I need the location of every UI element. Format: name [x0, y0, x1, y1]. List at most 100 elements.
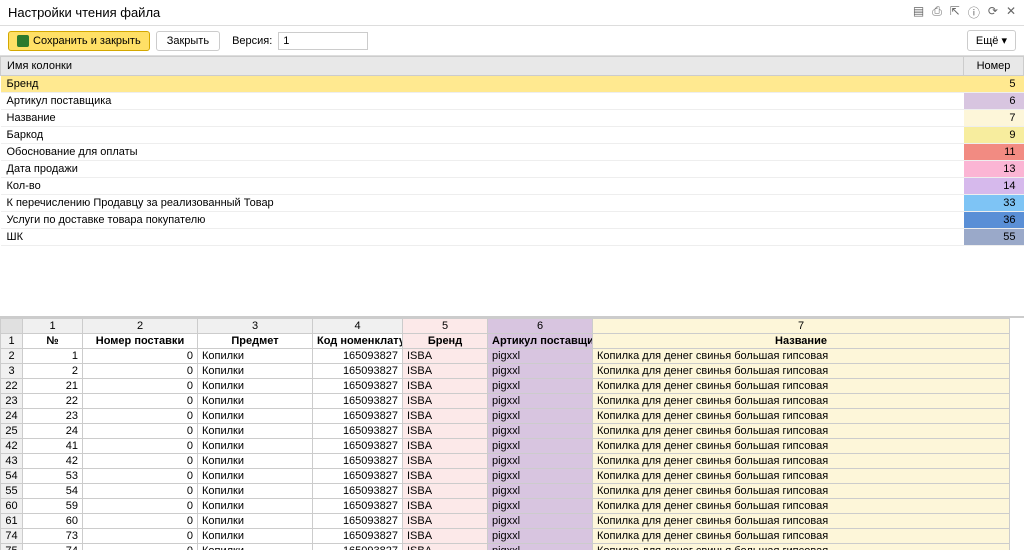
sheet-cell: Копилка для денег свинья большая гипсова…: [593, 499, 1010, 514]
print-icon[interactable]: ⎙: [932, 4, 942, 21]
refresh-icon[interactable]: ⟳: [988, 4, 998, 21]
sheet-header-cell: Код номенклатуры: [313, 334, 403, 349]
sheet-cell: pigxxl: [488, 364, 593, 379]
sheet-cell: Копилка для денег свинья большая гипсова…: [593, 424, 1010, 439]
sheet-colhead[interactable]: 6: [488, 319, 593, 334]
sheet-cell: 0: [83, 514, 198, 529]
titlebar: Настройки чтения файла ▤ ⎙ ⇱ ⓘ ⟳ ✕: [0, 0, 1024, 26]
sheet-rowhead[interactable]: 23: [1, 394, 23, 409]
close-button[interactable]: Закрыть: [156, 31, 220, 51]
sheet-cell: pigxxl: [488, 469, 593, 484]
sheet-cell: 53: [23, 469, 83, 484]
sheet-colhead[interactable]: 7: [593, 319, 1010, 334]
more-button[interactable]: Ещё ▾: [967, 30, 1016, 51]
sheet-cell: Копилка для денег свинья большая гипсова…: [593, 379, 1010, 394]
config-row[interactable]: Обоснование для оплаты11: [1, 144, 1024, 161]
sheet-row[interactable]: 25240Копилки165093827ISBApigxxlКопилка д…: [1, 424, 1010, 439]
sheet-rowhead[interactable]: 61: [1, 514, 23, 529]
sheet-cell: Копилки: [198, 514, 313, 529]
save-close-button[interactable]: Сохранить и закрыть: [8, 31, 150, 51]
sheet-rowhead[interactable]: 43: [1, 454, 23, 469]
sheet-rowhead[interactable]: 75: [1, 544, 23, 550]
config-row[interactable]: Баркод9: [1, 127, 1024, 144]
config-col-num-header[interactable]: Номер: [964, 57, 1024, 76]
sheet-row[interactable]: 74730Копилки165093827ISBApigxxlКопилка д…: [1, 529, 1010, 544]
sheet-cell: 74: [23, 544, 83, 550]
config-table[interactable]: Имя колонки Номер Бренд5Артикул поставщи…: [0, 56, 1024, 246]
sheet-rowhead[interactable]: 60: [1, 499, 23, 514]
sheet-cell: 0: [83, 409, 198, 424]
sheet-header-cell: Предмет: [198, 334, 313, 349]
window-controls: ▤ ⎙ ⇱ ⓘ ⟳ ✕: [913, 4, 1016, 21]
sheet-cell: 0: [83, 529, 198, 544]
sheet-colhead[interactable]: 2: [83, 319, 198, 334]
sheet-rowhead[interactable]: 1: [1, 334, 23, 349]
config-row[interactable]: Услуги по доставке товара покупателю36: [1, 212, 1024, 229]
info-icon[interactable]: ⓘ: [968, 4, 980, 21]
config-row[interactable]: Артикул поставщика6: [1, 93, 1024, 110]
config-row-num: 55: [964, 229, 1024, 246]
sheet-row[interactable]: 320Копилки165093827ISBApigxxlКопилка для…: [1, 364, 1010, 379]
sheet-scroll[interactable]: 1 2 3 4 5 6 7 1№Номер поставкиПредметКод…: [0, 318, 1024, 550]
sheet-row[interactable]: 23220Копилки165093827ISBApigxxlКопилка д…: [1, 394, 1010, 409]
config-row[interactable]: Название7: [1, 110, 1024, 127]
sheet-cell: 59: [23, 499, 83, 514]
sheet-row[interactable]: 24230Копилки165093827ISBApigxxlКопилка д…: [1, 409, 1010, 424]
sheet-rowhead[interactable]: 25: [1, 424, 23, 439]
sheet-row[interactable]: 54530Копилки165093827ISBApigxxlКопилка д…: [1, 469, 1010, 484]
sheet-rowhead[interactable]: 42: [1, 439, 23, 454]
sheet-row[interactable]: 61600Копилки165093827ISBApigxxlКопилка д…: [1, 514, 1010, 529]
report-icon[interactable]: ▤: [913, 4, 924, 21]
sheet-cell: Копилка для денег свинья большая гипсова…: [593, 544, 1010, 550]
sheet-cell: ISBA: [403, 529, 488, 544]
sheet-header-cell: Артикул поставщика: [488, 334, 593, 349]
sheet-row[interactable]: 22210Копилки165093827ISBApigxxlКопилка д…: [1, 379, 1010, 394]
sheet-cell: 0: [83, 454, 198, 469]
sheet-rowhead[interactable]: 54: [1, 469, 23, 484]
sheet-rowhead[interactable]: 55: [1, 484, 23, 499]
version-select[interactable]: [278, 32, 368, 50]
sheet-rowhead[interactable]: 24: [1, 409, 23, 424]
sheet-cell: 41: [23, 439, 83, 454]
sheet-row[interactable]: 55540Копилки165093827ISBApigxxlКопилка д…: [1, 484, 1010, 499]
sheet-colhead[interactable]: 3: [198, 319, 313, 334]
sheet-row[interactable]: 210Копилки165093827ISBApigxxlКопилка для…: [1, 349, 1010, 364]
config-row-num: 7: [964, 110, 1024, 127]
sheet-colhead[interactable]: 5: [403, 319, 488, 334]
config-row[interactable]: ШК55: [1, 229, 1024, 246]
sheet-corner[interactable]: [1, 319, 23, 334]
sheet-cell: 0: [83, 499, 198, 514]
preview-sheet[interactable]: 1 2 3 4 5 6 7 1№Номер поставкиПредметКод…: [0, 318, 1010, 550]
config-row[interactable]: Кол-во14: [1, 178, 1024, 195]
sheet-cell: ISBA: [403, 544, 488, 550]
link-icon[interactable]: ⇱: [950, 4, 960, 21]
sheet-cell: Копилка для денег свинья большая гипсова…: [593, 484, 1010, 499]
config-row[interactable]: Дата продажи13: [1, 161, 1024, 178]
sheet-cell: Копилка для денег свинья большая гипсова…: [593, 529, 1010, 544]
save-icon: [17, 35, 29, 47]
sheet-cell: 0: [83, 349, 198, 364]
sheet-row[interactable]: 42410Копилки165093827ISBApigxxlКопилка д…: [1, 439, 1010, 454]
config-row[interactable]: К перечислению Продавцу за реализованный…: [1, 195, 1024, 212]
sheet-rowhead[interactable]: 2: [1, 349, 23, 364]
config-row[interactable]: Бренд5: [1, 76, 1024, 93]
config-row-num: 6: [964, 93, 1024, 110]
sheet-cell: 165093827: [313, 484, 403, 499]
sheet-cell: pigxxl: [488, 394, 593, 409]
sheet-colhead[interactable]: 1: [23, 319, 83, 334]
config-col-name-header[interactable]: Имя колонки: [1, 57, 964, 76]
sheet-cell: Копилки: [198, 379, 313, 394]
sheet-row[interactable]: 60590Копилки165093827ISBApigxxlКопилка д…: [1, 499, 1010, 514]
sheet-row[interactable]: 75740Копилки165093827ISBApigxxlКопилка д…: [1, 544, 1010, 550]
sheet-cell: 165093827: [313, 364, 403, 379]
sheet-rowhead[interactable]: 74: [1, 529, 23, 544]
sheet-cell: Копилки: [198, 364, 313, 379]
sheet-cell: ISBA: [403, 394, 488, 409]
sheet-row[interactable]: 43420Копилки165093827ISBApigxxlКопилка д…: [1, 454, 1010, 469]
close-icon[interactable]: ✕: [1006, 4, 1016, 21]
sheet-rowhead[interactable]: 3: [1, 364, 23, 379]
config-row-num: 13: [964, 161, 1024, 178]
sheet-rowhead[interactable]: 22: [1, 379, 23, 394]
sheet-colhead[interactable]: 4: [313, 319, 403, 334]
save-close-label: Сохранить и закрыть: [33, 35, 141, 47]
